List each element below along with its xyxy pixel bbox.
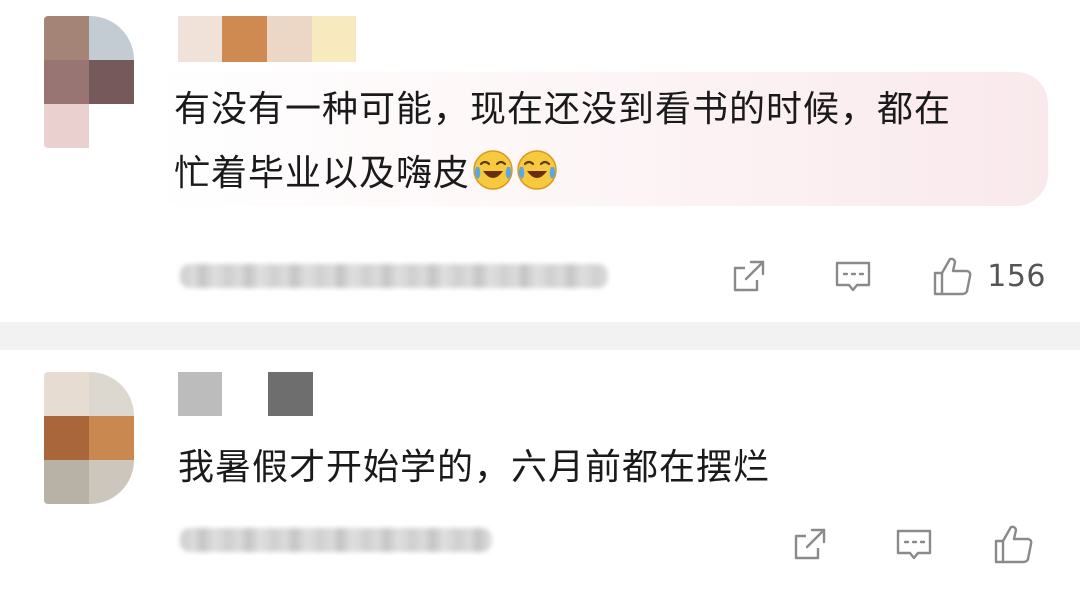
comment-actions [788, 516, 1036, 572]
comment-meta-censored [180, 528, 492, 552]
laughing-crying-emoji-icon [517, 150, 557, 190]
avatar-pixel [89, 104, 134, 148]
avatar-pixel [44, 460, 89, 504]
username-pixel [178, 16, 222, 62]
like-button[interactable]: 156 [931, 248, 1046, 304]
avatar-pixel [89, 372, 134, 416]
like-button[interactable] [992, 516, 1036, 572]
username-pixel [178, 372, 222, 416]
username-censored[interactable] [178, 16, 356, 62]
avatar-pixel [44, 416, 89, 460]
avatar-pixel [44, 104, 89, 148]
share-button[interactable] [788, 516, 832, 572]
reply-icon [896, 529, 932, 560]
reply-icon [836, 261, 871, 292]
comment-separator [0, 322, 1080, 350]
comment-text-line-1: 有没有一种可能，现在还没到看书的时候，都在 [174, 89, 952, 130]
comment-text: 我暑假才开始学的，六月前都在摆烂 [178, 447, 771, 488]
thumbs-up-icon [934, 257, 972, 296]
avatar[interactable] [44, 16, 134, 148]
comment-item: 有没有一种可能，现在还没到看书的时候，都在 忙着毕业以及嗨皮 156 [0, 0, 1080, 322]
comment-feed: 有没有一种可能，现在还没到看书的时候，都在 忙着毕业以及嗨皮 156 我暑假才开… [0, 0, 1080, 598]
username-pixel [312, 16, 356, 62]
username-pixel [222, 372, 268, 416]
comment-meta-censored [180, 264, 608, 288]
reply-button[interactable] [831, 248, 875, 304]
reply-button[interactable] [892, 516, 936, 572]
comment-actions: 156 [727, 248, 1046, 304]
laughing-crying-emoji-icon [473, 150, 513, 190]
comment-text: 有没有一种可能，现在还没到看书的时候，都在 忙着毕业以及嗨皮 [174, 78, 1034, 206]
avatar-pixel [89, 460, 134, 504]
username-pixel [267, 16, 312, 62]
avatar[interactable] [44, 372, 134, 504]
comment-item: 我暑假才开始学的，六月前都在摆烂 [0, 350, 1080, 598]
avatar-pixel [89, 416, 134, 460]
avatar-pixel [89, 60, 134, 104]
username-censored[interactable] [178, 372, 313, 416]
avatar-pixel [44, 60, 89, 104]
comment-text-line-2: 忙着毕业以及嗨皮 [174, 153, 471, 194]
share-icon [734, 260, 765, 292]
avatar-pixel [89, 16, 134, 60]
avatar-pixel [44, 16, 89, 60]
like-count: 156 [987, 258, 1046, 294]
username-pixel [222, 16, 267, 62]
username-pixel [268, 372, 313, 416]
share-button[interactable] [727, 248, 771, 304]
thumbs-up-icon [994, 525, 1033, 564]
avatar-pixel [44, 372, 89, 416]
share-icon [794, 528, 826, 560]
